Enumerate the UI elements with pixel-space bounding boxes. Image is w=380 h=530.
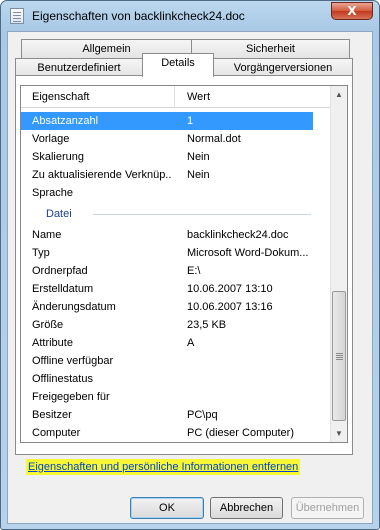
row-value: PC (dieser Computer)	[187, 427, 294, 439]
row-key: Offline verfügbar	[32, 355, 114, 367]
row-key: Größe	[32, 319, 64, 331]
list-row-name[interactable]: Name backlinkcheck24.doc	[21, 226, 331, 244]
list-row-typ[interactable]: Typ Microsoft Word-Dokum...	[21, 244, 331, 262]
row-key: Freigegeben für	[32, 391, 110, 403]
list-row-erstelldatum[interactable]: Erstelldatum 10.06.2007 13:10	[21, 280, 331, 298]
list-row-besitzer[interactable]: Besitzer PC\pq	[21, 406, 331, 424]
scroll-down-arrow-icon[interactable]: ▼	[331, 425, 347, 442]
close-button[interactable]: X	[331, 2, 373, 20]
list-row-freigegeben-fuer[interactable]: Freigegeben für	[21, 388, 331, 406]
property-list[interactable]: Eigenschaft Wert Absatzanzahl 1 Vorlage …	[20, 85, 348, 443]
scroll-thumb[interactable]	[332, 291, 346, 421]
row-value: E:\	[187, 265, 201, 277]
list-row-aenderungsdatum[interactable]: Änderungsdatum 10.06.2007 13:16	[21, 298, 331, 316]
row-key: Computer	[32, 427, 81, 439]
tab-details[interactable]: Details	[142, 53, 214, 77]
grip-icon	[336, 353, 343, 354]
row-value: backlinkcheck24.doc	[187, 229, 289, 241]
column-header-value[interactable]: Wert	[176, 86, 326, 108]
row-key: Erstelldatum	[32, 283, 94, 295]
row-key: Offlinestatus	[32, 373, 93, 385]
row-key: Ordnerpfad	[32, 265, 88, 277]
row-key: Vorlage	[32, 133, 70, 145]
list-row-offline-verfuegbar[interactable]: Offline verfügbar	[21, 352, 331, 370]
title-bar[interactable]: Eigenschaften von backlinkcheck24.doc X	[1, 1, 379, 31]
apply-button[interactable]: Übernehmen	[291, 497, 364, 519]
row-value: 1	[187, 115, 194, 127]
list-row-vorlage[interactable]: Vorlage Normal.dot	[21, 130, 331, 148]
cancel-button[interactable]: Abbrechen	[210, 497, 283, 519]
column-header-property[interactable]: Eigenschaft	[21, 86, 175, 108]
group-label: Datei	[46, 208, 72, 220]
vertical-scrollbar[interactable]: ▲ ▼	[330, 86, 347, 442]
document-icon	[10, 8, 24, 24]
list-row-computer[interactable]: Computer PC (dieser Computer)	[21, 424, 331, 442]
row-key: Name	[32, 229, 62, 241]
list-row-absatzanzahl[interactable]: Absatzanzahl 1	[21, 112, 313, 130]
list-row-ordnerpfad[interactable]: Ordnerpfad E:\	[21, 262, 331, 280]
row-value: Nein	[187, 169, 210, 181]
row-key: Attribute	[32, 337, 73, 349]
row-key: Sprache	[32, 187, 73, 199]
scroll-up-arrow-icon[interactable]: ▲	[331, 86, 347, 103]
list-row-attribute[interactable]: Attribute A	[21, 334, 331, 352]
row-value: Microsoft Word-Dokum...	[187, 247, 309, 259]
row-key: Typ	[32, 247, 50, 259]
row-value: Nein	[187, 151, 210, 163]
row-key: Zu aktualisierende Verknüp...	[32, 169, 172, 181]
row-value: 10.06.2007 13:16	[187, 301, 273, 313]
list-row-verknuepfungen[interactable]: Zu aktualisierende Verknüp... Nein	[21, 166, 331, 184]
row-key: Änderungsdatum	[32, 301, 116, 313]
list-row-skalierung[interactable]: Skalierung Nein	[21, 148, 331, 166]
row-value: A	[187, 337, 195, 349]
group-header-datei: Datei	[21, 205, 331, 223]
row-key: Besitzer	[32, 409, 72, 421]
list-row-sprache[interactable]: Sprache	[21, 184, 331, 202]
row-key: Skalierung	[32, 151, 84, 163]
row-value: 10.06.2007 13:10	[187, 283, 273, 295]
row-value: Normal.dot	[187, 133, 241, 145]
list-header: Eigenschaft Wert	[21, 86, 331, 108]
properties-dialog: Eigenschaften von backlinkcheck24.doc X …	[0, 0, 380, 530]
window-title: Eigenschaften von backlinkcheck24.doc	[32, 9, 245, 23]
list-row-offlinestatus[interactable]: Offlinestatus	[21, 370, 331, 388]
row-value: PC\pq	[187, 409, 218, 421]
row-key: Absatzanzahl	[32, 115, 99, 127]
row-value: 23,5 KB	[187, 319, 227, 331]
ok-button[interactable]: OK	[130, 497, 204, 519]
list-row-groesse[interactable]: Größe 23,5 KB	[21, 316, 331, 334]
remove-properties-link[interactable]: Eigenschaften und persönliche Informatio…	[26, 459, 301, 475]
group-divider	[93, 214, 311, 215]
tab-sicherheit[interactable]: Sicherheit	[191, 39, 350, 59]
